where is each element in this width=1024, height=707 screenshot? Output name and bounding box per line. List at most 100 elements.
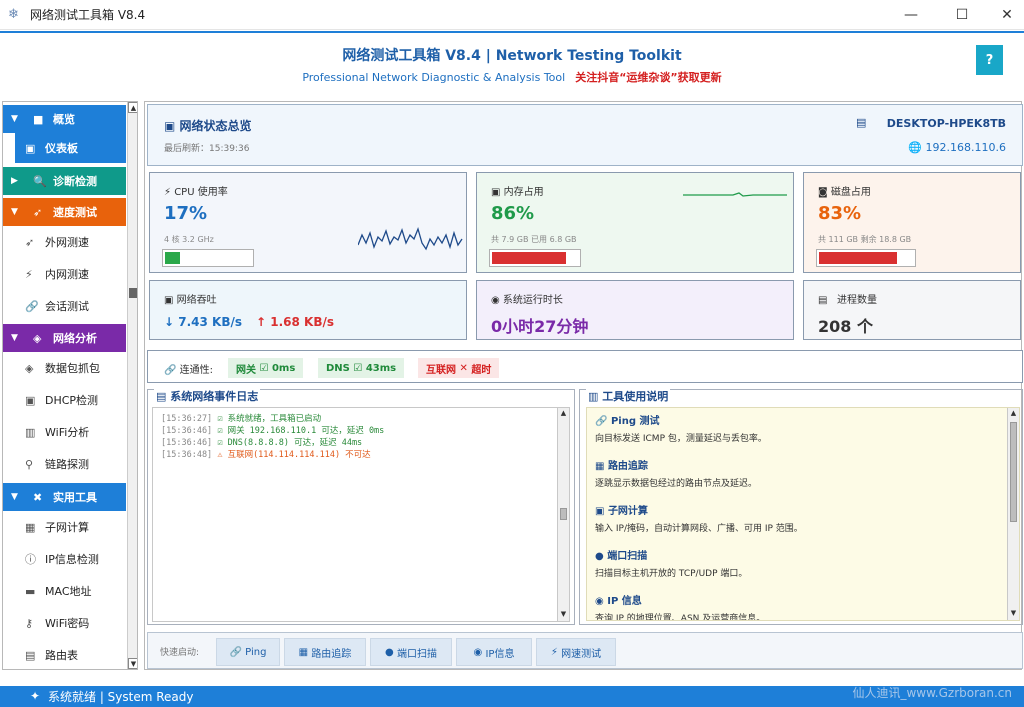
sidebar-cat-label: 概览 — [53, 113, 75, 126]
sidebar-item-route-table[interactable]: ▤ 路由表 — [15, 640, 126, 669]
scroll-up-icon[interactable]: ▲ — [1008, 408, 1019, 419]
scroll-up-icon[interactable]: ▲ — [128, 102, 137, 113]
sidebar-scrollbar[interactable]: ▲ ▼ — [127, 102, 137, 669]
sidebar-item-wifi-password[interactable]: ⚷ WiFi密码 — [15, 608, 126, 638]
sidebar-item-dashboard[interactable]: ▣ 仪表板 — [15, 133, 126, 163]
sidebar-item-wan-speed[interactable]: ➶ 外网测速 — [15, 227, 126, 257]
dashboard-icon: ▣ — [25, 141, 36, 155]
monitor-icon: ▣ — [164, 119, 180, 133]
guide-item: ▦ 路由追踪 逐跳显示数据包经过的路由节点及延迟。 — [595, 457, 757, 489]
scroll-down-icon[interactable]: ▼ — [128, 658, 137, 669]
sidebar-item-mac-address[interactable]: ▬ MAC地址 — [15, 576, 126, 606]
sidebar-item-dhcp-check[interactable]: ▣ DHCP检测 — [15, 385, 126, 415]
sidebar-item-label: WiFi分析 — [45, 426, 90, 439]
scroll-up-icon[interactable]: ▲ — [558, 408, 569, 419]
event-log-area[interactable]: [15:36:27] ☑ 系统就绪，工具箱已启动 [15:36:46] ☑ 网关… — [152, 407, 570, 622]
memory-progress-bar — [489, 249, 581, 267]
window-titlebar: ❄ 网络测试工具箱 V8.4 — ☐ ✕ — [0, 0, 1024, 30]
sidebar-cat-speedtest[interactable]: ▼ ➶ 速度测试 — [3, 198, 126, 226]
server-icon: ▤ — [856, 116, 867, 129]
table-icon: ▤ — [25, 648, 36, 662]
route-icon: ▦ — [298, 646, 309, 658]
quick-button-label: IP信息 — [485, 648, 515, 660]
sidebar-item-wifi-analysis[interactable]: ▥ WiFi分析 — [15, 417, 126, 447]
dns-latency: 43ms — [365, 362, 397, 374]
sidebar-item-lan-speed[interactable]: ⚡ 内网测速 — [15, 259, 126, 289]
search-icon: ● — [595, 551, 604, 562]
internet-status: 互联网 ✕ 超时 — [418, 358, 500, 378]
calculator-icon: ▦ — [25, 520, 36, 534]
event-log-group: ▤ 系统网络事件日志 [15:36:27] ☑ 系统就绪，工具箱已启动 [15:… — [147, 388, 575, 625]
process-value: 208 个 — [818, 317, 873, 336]
sidebar-item-label: 链路探测 — [45, 458, 89, 471]
package-icon: ◈ — [25, 361, 34, 375]
scroll-thumb[interactable] — [560, 508, 567, 520]
memory-value: 86% — [491, 203, 535, 224]
scroll-thumb[interactable] — [1010, 422, 1017, 522]
bolt-icon: ⚡ — [25, 267, 33, 281]
gateway-name: 网关 — [236, 364, 256, 376]
main-panel: ▣ 网络状态总览 最后刷新：15:39:36 ▤ DESKTOP-HPEK8TB… — [144, 101, 1023, 670]
sidebar-item-label: WiFi密码 — [45, 617, 90, 630]
check-icon: ☑ — [353, 362, 363, 374]
close-button[interactable]: ✕ — [984, 0, 1024, 30]
throughput-title: 网络吞吐 — [176, 295, 217, 306]
scroll-thumb[interactable] — [129, 288, 137, 298]
sidebar-cat-network-analysis[interactable]: ▼ ◈ 网络分析 — [3, 324, 126, 352]
guide-item-title: IP 信息 — [607, 596, 642, 607]
connectivity-label: 连通性: — [179, 365, 214, 376]
guide-scrollbar[interactable]: ▲ ▼ — [1007, 408, 1019, 620]
sidebar-item-ip-info[interactable]: ⓘ IP信息检测 — [15, 544, 126, 574]
x-icon: ✕ — [459, 362, 468, 374]
process-title: 进程数量 — [837, 295, 877, 306]
gateway-status: 网关 ☑ 0ms — [228, 358, 304, 378]
sidebar-item-label: 外网测速 — [45, 236, 89, 249]
sidebar-cat-overview[interactable]: ▼ ■ 概览 — [3, 105, 126, 133]
uptime-title-row: ◉ 系统运行时长 — [491, 291, 563, 306]
maximize-button[interactable]: ☐ — [939, 0, 985, 30]
sidebar-cat-utilities[interactable]: ▼ ✖ 实用工具 — [3, 483, 126, 511]
guide-area[interactable]: 🔗 Ping 测试 向目标发送 ICMP 包，测量延迟与丢包率。 ▦ 路由追踪 … — [586, 407, 1020, 621]
expand-triangle-icon: ▼ — [11, 114, 18, 124]
guide-item-title: 端口扫描 — [607, 551, 648, 562]
memory-sub: 共 7.9 GB 已用 6.8 GB — [491, 235, 577, 244]
sidebar-item-label: 数据包抓包 — [45, 362, 100, 375]
sidebar-item-link-probe[interactable]: ⚲ 链路探测 — [15, 449, 126, 479]
quick-traceroute-button[interactable]: ▦ 路由追踪 — [284, 638, 366, 666]
overview-title-row: ▣ 网络状态总览 — [164, 117, 252, 134]
memory-sparkline — [683, 192, 787, 197]
quick-ipinfo-button[interactable]: ◉ IP信息 — [456, 638, 532, 666]
quick-ping-button[interactable]: 🔗 Ping — [216, 638, 280, 666]
bolt-icon: ⚡ — [164, 187, 175, 198]
sidebar-cat-diagnostics[interactable]: ▶ 🔍 诊断检测 — [3, 167, 126, 195]
scroll-down-icon[interactable]: ▼ — [1008, 608, 1019, 619]
expand-triangle-icon: ▼ — [11, 333, 18, 343]
guide-item: ● 端口扫描 扫描目标主机开放的 TCP/UDP 端口。 — [595, 547, 747, 579]
help-button[interactable]: ? — [976, 45, 1003, 75]
quick-portscan-button[interactable]: ● 端口扫描 — [370, 638, 452, 666]
app-subtitle-line: Professional Network Diagnostic & Analys… — [0, 69, 1024, 85]
event-log-title-row: ▤ 系统网络事件日志 — [154, 388, 261, 404]
quick-speedtest-button[interactable]: ⚡ 网速测试 — [536, 638, 616, 666]
log-line: [15:36:46] ☑ 网关 192.168.110.1 可达，延迟 0ms — [161, 424, 384, 436]
memory-progress-fill — [492, 252, 566, 264]
guide-item-desc: 逐跳显示数据包经过的路由节点及延迟。 — [595, 479, 758, 489]
key-icon: ⚷ — [25, 616, 34, 630]
scroll-down-icon[interactable]: ▼ — [558, 609, 569, 620]
sidebar-item-label: 仪表板 — [45, 142, 78, 155]
minimize-button[interactable]: — — [888, 0, 934, 30]
probe-icon: ⚲ — [25, 457, 34, 471]
sidebar-item-packet-capture[interactable]: ◈ 数据包抓包 — [15, 353, 126, 383]
network-overview: ▣ 网络状态总览 最后刷新：15:39:36 ▤ DESKTOP-HPEK8TB… — [147, 104, 1023, 166]
log-scrollbar[interactable]: ▲ ▼ — [557, 408, 569, 621]
sidebar-item-session-test[interactable]: 🔗 会话测试 — [15, 291, 126, 321]
sidebar-item-subnet-calc[interactable]: ▦ 子网计算 — [15, 512, 126, 542]
sidebar-item-label: IP信息检测 — [45, 553, 99, 566]
route-icon: ▦ — [595, 461, 605, 472]
sparkle-icon: ✦ — [30, 689, 41, 703]
tool-guide-group: ▥ 工具使用说明 🔗 Ping 测试 向目标发送 ICMP 包，测量延迟与丢包率… — [579, 388, 1023, 625]
log-line: [15:36:27] ☑ 系统就绪，工具箱已启动 — [161, 412, 321, 424]
window-title: 网络测试工具箱 V8.4 — [30, 8, 146, 22]
sidebar-item-label: 子网计算 — [45, 521, 89, 534]
quick-button-label: Ping — [245, 646, 267, 658]
